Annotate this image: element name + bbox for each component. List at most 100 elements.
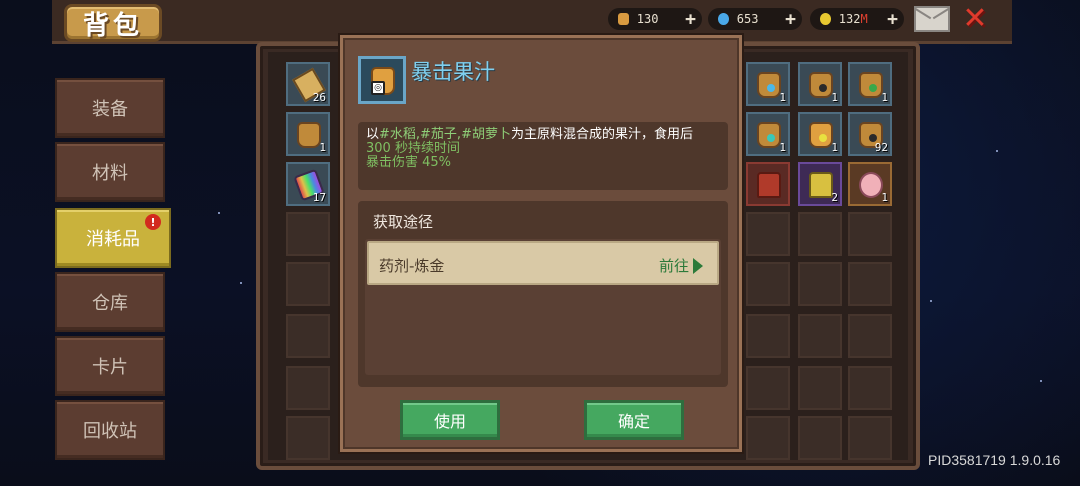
item-count: 26 [312, 91, 326, 104]
inventory-slot[interactable]: 1 [848, 162, 892, 206]
close-icon[interactable]: ✕ [960, 4, 990, 34]
inventory-slot[interactable]: 1 [798, 62, 842, 106]
currency-coin: 132M + [810, 8, 904, 30]
inventory-slot[interactable]: 1 [286, 112, 330, 156]
sidebar-item-equipment[interactable]: 装备 [55, 78, 165, 138]
sidebar-item-label: 消耗品 [86, 229, 140, 250]
inventory-slot[interactable]: 1 [798, 112, 842, 156]
star [1040, 380, 1042, 382]
inventory-slot-empty[interactable] [798, 314, 842, 358]
gem-dot [767, 84, 775, 92]
currency-value: 653 [736, 12, 759, 26]
item-count: 1 [779, 91, 786, 104]
coin-icon [820, 13, 831, 25]
sidebar-item-consumables[interactable]: 消耗品 ! [55, 208, 171, 268]
inventory-slot[interactable] [746, 162, 790, 206]
item-count: 2 [831, 191, 838, 204]
inventory-slot[interactable]: 1 [746, 62, 790, 106]
inventory-slot[interactable]: 92 [848, 112, 892, 156]
currency-potion: 130 + [608, 8, 702, 30]
star [218, 212, 220, 214]
sidebar-item-label: 装备 [92, 99, 128, 120]
add-coin-button[interactable]: + [887, 9, 898, 30]
item-count: 1 [831, 91, 838, 104]
inventory-slot[interactable]: 1 [746, 112, 790, 156]
gem-dot [767, 134, 775, 142]
add-potion-button[interactable]: + [685, 9, 696, 30]
sidebar-item-label: 回收站 [83, 421, 137, 442]
potion-icon [618, 13, 629, 25]
crown-icon [757, 172, 781, 198]
star [930, 300, 932, 302]
inventory-slot-empty[interactable] [286, 366, 330, 410]
inventory-slot-empty[interactable] [746, 366, 790, 410]
crit-symbol-icon: ◎ [371, 81, 385, 95]
juice-icon [809, 72, 833, 98]
inventory-slot-empty[interactable] [746, 212, 790, 256]
inventory-slot-empty[interactable] [798, 366, 842, 410]
sidebar-item-materials[interactable]: 材料 [55, 142, 165, 202]
inventory-slot-empty[interactable] [286, 416, 330, 460]
item-count: 1 [319, 141, 326, 154]
add-gem-button[interactable]: + [785, 9, 796, 30]
currency-gem: 653 + [708, 8, 802, 30]
item-count: 1 [881, 191, 888, 204]
inventory-slot-empty[interactable] [848, 416, 892, 460]
inventory-slot-empty[interactable] [798, 212, 842, 256]
gem-dot [869, 84, 877, 92]
arrow-right-icon [693, 257, 703, 274]
star [996, 150, 998, 152]
inventory-slot-empty[interactable] [798, 262, 842, 306]
duration-text: 300 秒持续时间 [366, 141, 460, 156]
acquisition-list: 药剂-炼金 前往 [365, 239, 721, 375]
sidebar-item-warehouse[interactable]: 仓库 [55, 272, 165, 332]
page-title: 背包 [64, 4, 162, 42]
inventory-slot[interactable]: 1 [848, 62, 892, 106]
currency-value: 132M [838, 12, 868, 26]
item-count: 1 [831, 141, 838, 154]
inventory-slot-empty[interactable] [848, 212, 892, 256]
inventory-slot-empty[interactable] [848, 314, 892, 358]
inventory-slot-empty[interactable] [848, 262, 892, 306]
acquisition-label: 药剂-炼金 [379, 257, 445, 275]
inventory-slot-empty[interactable] [286, 262, 330, 306]
flower-icon [859, 172, 883, 198]
gem-dot [819, 84, 827, 92]
inventory-slot[interactable]: 17 [286, 162, 330, 206]
acquisition-row[interactable]: 药剂-炼金 前往 [367, 241, 719, 285]
sidebar-item-cards[interactable]: 卡片 [55, 336, 165, 396]
acquisition-section: 获取途径 药剂-炼金 前往 [358, 201, 728, 387]
alert-badge: ! [145, 214, 161, 230]
inventory-slot-empty[interactable] [746, 314, 790, 358]
juice-icon [757, 122, 781, 148]
item-icon-frame: ◎ [358, 56, 406, 104]
inventory-slot-empty[interactable] [798, 416, 842, 460]
use-button[interactable]: 使用 [400, 400, 500, 440]
inventory-slot-empty[interactable] [848, 366, 892, 410]
acquisition-title: 获取途径 [373, 213, 434, 231]
lightning-potion-icon [297, 122, 321, 148]
sidebar-item-label: 仓库 [92, 293, 128, 314]
inventory-slot-empty[interactable] [286, 314, 330, 358]
item-count: 17 [312, 191, 326, 204]
crown-icon [809, 172, 833, 198]
item-description: 以#水稻,#茄子,#胡萝卜为主原料混合成的果汁，食用后 300 秒持续时间 暴击… [358, 122, 728, 190]
effect-text: 暴击伤害 45% [366, 155, 452, 170]
confirm-button[interactable]: 确定 [584, 400, 684, 440]
inventory-slot[interactable]: 2 [798, 162, 842, 206]
sidebar-item-label: 材料 [92, 163, 128, 184]
sidebar-item-recycle-bin[interactable]: 回收站 [55, 400, 165, 460]
inventory-slot-empty[interactable] [286, 212, 330, 256]
inventory-slot-empty[interactable] [746, 416, 790, 460]
item-title: 暴击果汁 [411, 60, 495, 84]
item-count: 1 [881, 91, 888, 104]
inventory-slot-empty[interactable] [746, 262, 790, 306]
currency-value: 130 [636, 12, 659, 26]
mail-icon[interactable] [914, 6, 950, 32]
gem-icon [718, 13, 729, 25]
item-detail-popup: ◎ 暴击果汁 以#水稻,#茄子,#胡萝卜为主原料混合成的果汁，食用后 300 秒… [340, 35, 742, 452]
goto-link[interactable]: 前往 [659, 255, 703, 276]
juice-icon [859, 72, 883, 98]
inventory-slot[interactable]: 26 [286, 62, 330, 106]
player-id-version: PID3581719 1.9.0.16 [928, 452, 1061, 468]
